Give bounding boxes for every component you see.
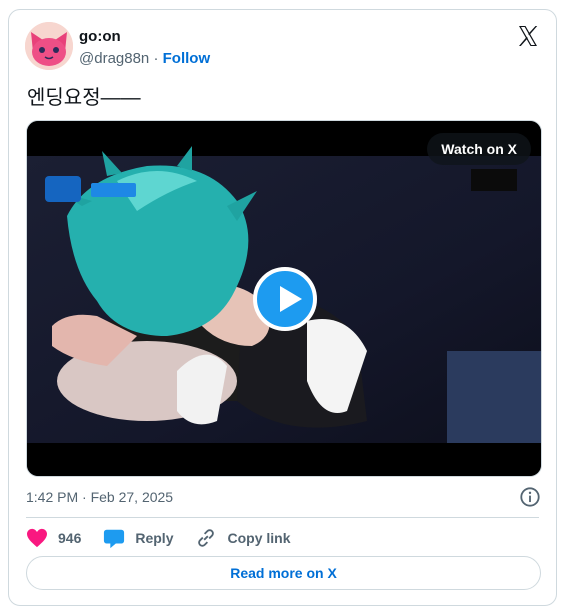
separator-dot: · bbox=[153, 50, 159, 67]
copy-link-label: Copy link bbox=[227, 530, 291, 546]
play-icon[interactable] bbox=[253, 267, 317, 331]
follow-link[interactable]: Follow bbox=[163, 50, 211, 67]
avatar[interactable] bbox=[25, 22, 73, 70]
watch-on-x-button[interactable]: Watch on X bbox=[427, 133, 531, 165]
x-logo-icon[interactable] bbox=[516, 24, 540, 48]
author-handle[interactable]: @drag88n bbox=[79, 50, 149, 67]
link-icon bbox=[198, 529, 215, 547]
reply-bubble-icon bbox=[104, 529, 125, 549]
tweet-embed-card: go:on @drag88n · Follow 엔딩요정—— Watch on … bbox=[8, 9, 557, 606]
tweet-text: 엔딩요정—— bbox=[27, 87, 141, 109]
divider bbox=[26, 517, 539, 518]
read-more-button[interactable]: Read more on X bbox=[26, 556, 541, 590]
tweet-timestamp[interactable]: 1:42 PM · Feb 27, 2025 bbox=[26, 489, 173, 505]
video-media[interactable]: Watch on X bbox=[26, 120, 542, 477]
reply-button[interactable]: Reply bbox=[103, 527, 173, 549]
info-icon[interactable] bbox=[519, 486, 541, 508]
copy-link-button[interactable]: Copy link bbox=[195, 527, 291, 549]
action-bar: 946 Reply Copy link bbox=[26, 525, 313, 551]
like-button[interactable]: 946 bbox=[26, 528, 81, 548]
like-count: 946 bbox=[58, 530, 82, 546]
author-handle-row: @drag88n · Follow bbox=[79, 50, 210, 67]
pink-cat-avatar-icon bbox=[25, 22, 73, 70]
reply-label: Reply bbox=[135, 530, 174, 546]
author-display-name[interactable]: go:on bbox=[79, 28, 121, 45]
heart-icon bbox=[27, 528, 47, 548]
